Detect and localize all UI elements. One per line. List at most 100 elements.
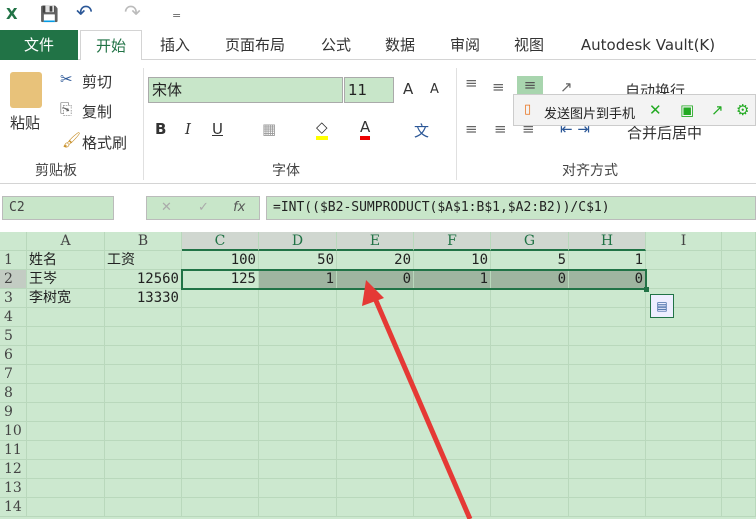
column-header-G[interactable]: G	[491, 232, 569, 251]
cell[interactable]	[259, 327, 337, 346]
cell[interactable]	[414, 308, 491, 327]
cell[interactable]: 12560	[105, 270, 182, 289]
cell[interactable]	[27, 479, 105, 498]
cell[interactable]	[259, 479, 337, 498]
cell[interactable]	[414, 479, 491, 498]
cell[interactable]	[646, 270, 722, 289]
cell[interactable]	[182, 327, 259, 346]
cell[interactable]	[259, 308, 337, 327]
cell[interactable]	[182, 460, 259, 479]
tab-file[interactable]: 文件	[0, 30, 78, 60]
column-header-D[interactable]: D	[259, 232, 337, 251]
column-header-B[interactable]: B	[105, 232, 182, 251]
copy-button[interactable]: 复制	[82, 101, 112, 122]
cell[interactable]	[414, 327, 491, 346]
cell[interactable]	[491, 441, 569, 460]
cell[interactable]	[491, 327, 569, 346]
fullscreen-icon[interactable]: ✕	[649, 101, 662, 119]
cell[interactable]	[105, 441, 182, 460]
cell[interactable]	[414, 422, 491, 441]
font-color-icon[interactable]: A	[360, 118, 371, 140]
font-size-select[interactable]: 11	[344, 77, 394, 103]
cell[interactable]: 0	[337, 270, 414, 289]
cell[interactable]	[259, 403, 337, 422]
cell[interactable]	[569, 289, 646, 308]
cell[interactable]	[337, 308, 414, 327]
cut-button[interactable]: 剪切	[82, 71, 112, 92]
cell[interactable]	[569, 460, 646, 479]
cell[interactable]	[337, 422, 414, 441]
cell[interactable]	[491, 460, 569, 479]
cell[interactable]	[414, 498, 491, 517]
align-top-icon[interactable]: ≡	[465, 74, 478, 92]
cell[interactable]	[259, 384, 337, 403]
cell[interactable]	[722, 270, 756, 289]
cell[interactable]	[491, 403, 569, 422]
cell[interactable]	[722, 365, 756, 384]
cell[interactable]	[646, 346, 722, 365]
column-header-A[interactable]: A	[27, 232, 105, 251]
cell[interactable]	[414, 365, 491, 384]
cell[interactable]	[337, 498, 414, 517]
cell[interactable]	[569, 441, 646, 460]
formula-input[interactable]: =INT(($B2-SUMPRODUCT($A$1:B$1,$A2:B2))/C…	[266, 196, 756, 220]
column-header-F[interactable]: F	[414, 232, 491, 251]
cell[interactable]	[337, 460, 414, 479]
save-icon[interactable]: 💾	[40, 5, 59, 23]
cell[interactable]	[27, 422, 105, 441]
cell[interactable]	[182, 498, 259, 517]
cell[interactable]: 5	[491, 251, 569, 270]
cell[interactable]	[182, 384, 259, 403]
cell[interactable]	[414, 289, 491, 308]
cell[interactable]	[27, 327, 105, 346]
cell[interactable]	[646, 479, 722, 498]
cell[interactable]: 0	[491, 270, 569, 289]
cell[interactable]	[259, 460, 337, 479]
cell[interactable]	[569, 327, 646, 346]
bold-button[interactable]: B	[155, 120, 166, 138]
row-header-7[interactable]: 7	[0, 365, 27, 384]
cell[interactable]: 1	[569, 251, 646, 270]
tab-review[interactable]: 审阅	[441, 30, 489, 60]
column-header-H[interactable]: H	[569, 232, 646, 251]
cell[interactable]: 工资	[105, 251, 182, 270]
cell[interactable]	[105, 327, 182, 346]
cell[interactable]	[722, 327, 756, 346]
cell[interactable]	[337, 327, 414, 346]
cell[interactable]	[569, 346, 646, 365]
cell[interactable]	[491, 365, 569, 384]
cell[interactable]	[646, 441, 722, 460]
cell[interactable]	[569, 479, 646, 498]
cell[interactable]	[337, 441, 414, 460]
cell[interactable]	[105, 422, 182, 441]
row-header-12[interactable]: 12	[0, 460, 27, 479]
cell[interactable]	[646, 422, 722, 441]
cell[interactable]	[105, 384, 182, 403]
cell[interactable]	[27, 346, 105, 365]
cell[interactable]	[27, 403, 105, 422]
cell[interactable]: 王岑	[27, 270, 105, 289]
cell[interactable]	[259, 441, 337, 460]
tab-data[interactable]: 数据	[376, 30, 424, 60]
cell[interactable]: 100	[182, 251, 259, 270]
cell[interactable]	[259, 365, 337, 384]
cell[interactable]	[337, 346, 414, 365]
cell[interactable]	[182, 441, 259, 460]
cell[interactable]	[569, 498, 646, 517]
fill-color-icon[interactable]: ◇	[316, 118, 328, 140]
cell[interactable]	[27, 384, 105, 403]
cell[interactable]	[646, 251, 722, 270]
row-header-8[interactable]: 8	[0, 384, 27, 403]
font-name-select[interactable]: 宋体	[148, 77, 343, 103]
send-to-phone-button[interactable]: 发送图片到手机	[544, 103, 635, 122]
cell[interactable]	[646, 403, 722, 422]
cell[interactable]	[569, 384, 646, 403]
grow-font-button[interactable]: A	[403, 80, 413, 98]
cell[interactable]	[105, 460, 182, 479]
cell[interactable]: 0	[569, 270, 646, 289]
cell[interactable]	[569, 308, 646, 327]
row-header-2[interactable]: 2	[0, 270, 27, 289]
cell[interactable]	[27, 308, 105, 327]
border-icon[interactable]: ▦	[262, 120, 276, 138]
shrink-font-button[interactable]: A	[430, 82, 439, 97]
